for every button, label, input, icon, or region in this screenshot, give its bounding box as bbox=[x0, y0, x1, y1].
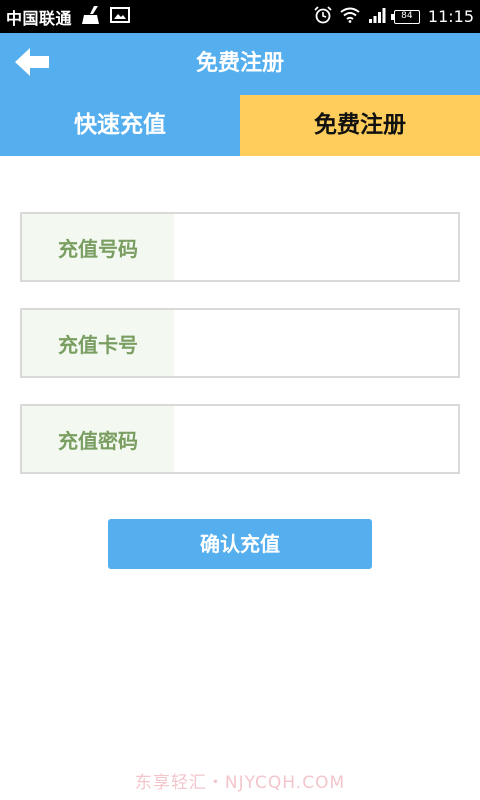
tab-bar: 快速充值 免费注册 bbox=[0, 95, 480, 156]
card-number-label: 充值卡号 bbox=[22, 310, 174, 376]
card-number-field: 充值卡号 bbox=[20, 308, 460, 378]
image-icon bbox=[110, 6, 131, 27]
title-bar: 免费注册 bbox=[0, 33, 480, 95]
tab-quick-recharge[interactable]: 快速充值 bbox=[0, 95, 240, 156]
status-bar: 中国联通 84 11:15 bbox=[0, 0, 480, 33]
watermark: 东享轻汇・NJYCQH.COM bbox=[134, 773, 346, 793]
card-number-input[interactable] bbox=[174, 310, 458, 376]
alarm-icon bbox=[314, 5, 332, 28]
password-label: 充值密码 bbox=[22, 406, 174, 472]
recharge-number-field: 充值号码 bbox=[20, 212, 460, 282]
clock-time: 11:15 bbox=[427, 7, 474, 26]
page-title: 免费注册 bbox=[195, 51, 284, 76]
recharge-number-input[interactable] bbox=[174, 214, 458, 280]
wifi-icon bbox=[340, 7, 360, 27]
confirm-recharge-button[interactable]: 确认充值 bbox=[108, 519, 372, 569]
tab-free-register[interactable]: 免费注册 bbox=[240, 95, 480, 156]
password-field: 充值密码 bbox=[20, 404, 460, 474]
status-right: 84 11:15 bbox=[314, 0, 474, 33]
status-left: 中国联通 bbox=[6, 0, 131, 33]
signal-icon bbox=[368, 7, 386, 27]
password-input[interactable] bbox=[174, 406, 458, 472]
broom-icon bbox=[80, 5, 102, 29]
recharge-number-label: 充值号码 bbox=[22, 214, 174, 280]
battery-icon: 84 bbox=[390, 9, 420, 24]
carrier-name: 中国联通 bbox=[6, 8, 73, 28]
